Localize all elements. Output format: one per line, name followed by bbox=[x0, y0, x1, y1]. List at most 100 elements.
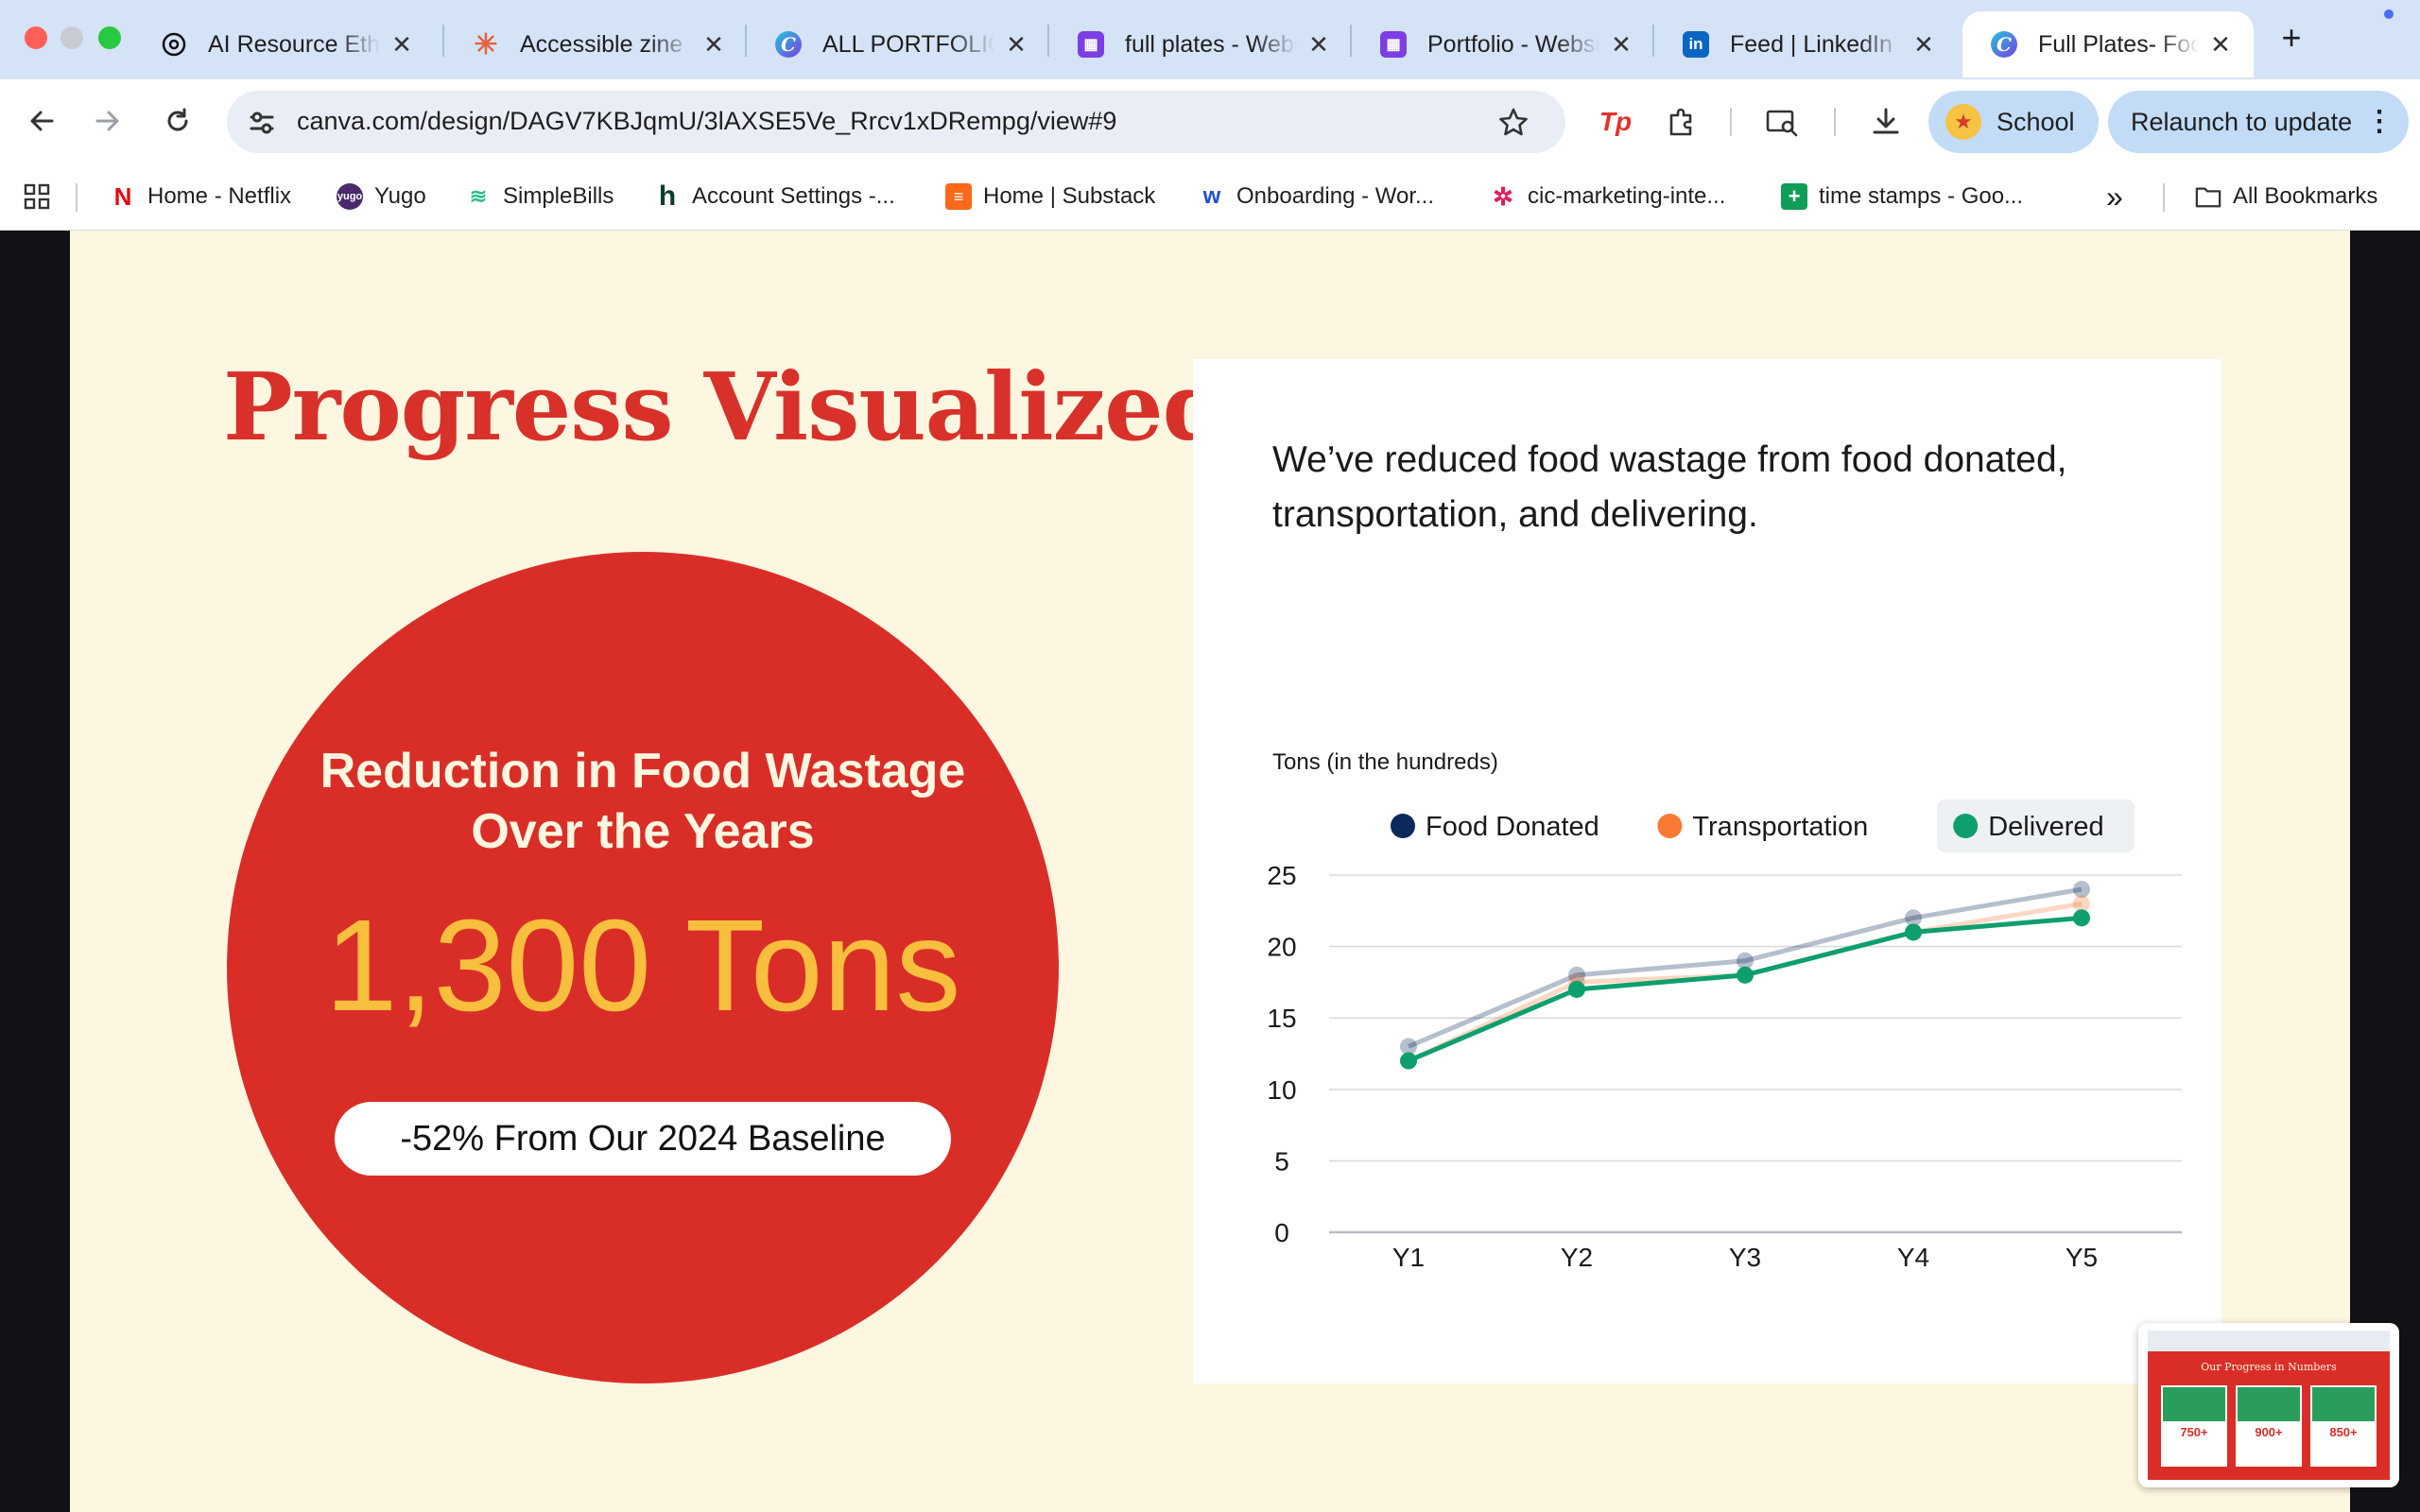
series-line-delivered bbox=[1408, 915, 2083, 1063]
linkedin-icon: in bbox=[1683, 31, 1709, 58]
data-point bbox=[1568, 980, 1585, 998]
tab-title: AI Resource Ethics bbox=[208, 30, 380, 58]
close-icon[interactable]: ✕ bbox=[1607, 30, 1635, 59]
thumbnail-illustration bbox=[2238, 1387, 2300, 1421]
thumbnail-stat-card: 850+ bbox=[2310, 1385, 2377, 1467]
bookmark-onboarding[interactable]: w Onboarding - Wor... bbox=[1199, 180, 1434, 214]
close-window-button[interactable] bbox=[25, 26, 47, 49]
forward-button[interactable] bbox=[87, 100, 129, 142]
minimize-window-button[interactable] bbox=[60, 26, 83, 49]
stat-heading-line2: Over the Years bbox=[471, 804, 815, 859]
y-tick-label: 10 bbox=[1267, 1075, 1296, 1105]
stat-heading-line1: Reduction in Food Wastage bbox=[320, 744, 966, 799]
toolbar-separator bbox=[1834, 108, 1836, 136]
y-tick-label: 5 bbox=[1274, 1146, 1289, 1176]
chart-description: We’ve reduced food wastage from food don… bbox=[1272, 439, 2067, 535]
bookmark-netflix[interactable]: N Home - Netflix bbox=[110, 180, 291, 214]
bookmark-star-icon[interactable] bbox=[1497, 106, 1530, 138]
thumbnail-stat-card: 900+ bbox=[2236, 1385, 2302, 1467]
calendar-app-icon: ▦ bbox=[1380, 31, 1407, 58]
close-icon[interactable]: ✕ bbox=[2206, 30, 2235, 59]
maximize-window-button[interactable] bbox=[98, 26, 121, 49]
arrow-right-icon bbox=[95, 111, 119, 131]
legend-swatch bbox=[1391, 814, 1415, 838]
legend-swatch bbox=[1953, 814, 1979, 838]
reload-icon bbox=[167, 108, 188, 131]
x-tick-label: Y3 bbox=[1729, 1243, 1761, 1272]
download-icon[interactable] bbox=[1864, 100, 1908, 144]
yugo-icon: yugo bbox=[337, 183, 363, 210]
tab-portfolio-website[interactable]: ▦ Portfolio - Website ✕ bbox=[1352, 11, 1654, 77]
bookmark-yugo[interactable]: yugo Yugo bbox=[337, 180, 426, 214]
all-bookmarks-button[interactable]: All Bookmarks bbox=[2195, 180, 2377, 214]
relaunch-button[interactable]: Relaunch to update ⋮ bbox=[2108, 91, 2409, 153]
tab-full-plates-website[interactable]: ▦ full plates - Website ✕ bbox=[1049, 11, 1352, 77]
bookmark-cic-marketing[interactable]: ✲ cic-marketing-inte... bbox=[1490, 180, 1725, 214]
x-tick-label: Y2 bbox=[1561, 1243, 1593, 1272]
bookmark-time-stamps[interactable]: + time stamps - Goo... bbox=[1781, 180, 2023, 214]
more-vert-icon[interactable]: ⋮ bbox=[2365, 104, 2394, 140]
simplebills-icon: ≋ bbox=[469, 184, 488, 208]
back-button[interactable] bbox=[21, 100, 62, 142]
tab-accessible-zine[interactable]: ✳ Accessible zine ✕ bbox=[444, 11, 747, 77]
thumbnail-stat: 850+ bbox=[2329, 1425, 2358, 1439]
bookmark-label: time stamps - Goo... bbox=[1819, 183, 2024, 209]
thumbnail-slide: Our Progress in Numbers 750+ 900+ 850+ bbox=[2148, 1351, 2390, 1480]
thumbnail-stat-card: 750+ bbox=[2161, 1385, 2227, 1467]
relaunch-label: Relaunch to update bbox=[2131, 107, 2353, 136]
netflix-icon: N bbox=[113, 181, 132, 211]
tab-all-portfolio[interactable]: C ALL PORTFOLIO ✕ bbox=[747, 11, 1049, 77]
data-point bbox=[1400, 1052, 1417, 1070]
x-tick-label: Y4 bbox=[1897, 1243, 1929, 1272]
close-icon[interactable]: ✕ bbox=[1910, 30, 1938, 59]
tab-search-icon[interactable] bbox=[1760, 100, 1804, 144]
tab-linkedin[interactable]: in Feed | LinkedIn ✕ bbox=[1654, 11, 1957, 77]
thumbnail-title: Our Progress in Numbers bbox=[2201, 1361, 2337, 1373]
folder-icon bbox=[2195, 183, 2221, 210]
slack-icon: ✲ bbox=[1493, 181, 1513, 211]
legend-item: Delivered bbox=[1988, 812, 2104, 842]
bookmark-substack[interactable]: ≡ Home | Substack bbox=[945, 180, 1155, 214]
close-icon[interactable]: ✕ bbox=[1002, 30, 1030, 59]
extensions-puzzle-icon[interactable] bbox=[1660, 100, 1703, 144]
all-bookmarks-label: All Bookmarks bbox=[2233, 183, 2378, 209]
bookmark-label: Home - Netflix bbox=[147, 183, 292, 209]
chart-card: We’ve reduced food wastage from food don… bbox=[1193, 359, 2221, 1383]
slide-preview-thumbnail[interactable]: Our Progress in Numbers 750+ 900+ 850+ bbox=[2138, 1323, 2399, 1487]
bookmark-label: Yugo bbox=[374, 183, 426, 209]
tab-full-plates-food[interactable]: C Full Plates- Food ✕ bbox=[1962, 11, 2254, 77]
y-tick-label: 25 bbox=[1267, 861, 1296, 890]
notification-dot bbox=[2384, 9, 2394, 19]
site-settings-icon[interactable] bbox=[246, 107, 278, 139]
y-tick-label: 0 bbox=[1274, 1218, 1289, 1247]
bookmark-account-settings[interactable]: h Account Settings -... bbox=[654, 180, 895, 214]
y-axis-label: Tons (in the hundreds) bbox=[1272, 749, 1498, 775]
thumbnail-illustration bbox=[2312, 1387, 2375, 1421]
y-tick-label: 15 bbox=[1267, 1004, 1296, 1033]
close-icon[interactable]: ✕ bbox=[388, 30, 416, 59]
google-sheets-icon: + bbox=[1781, 183, 1807, 210]
tab-ai-resource[interactable]: AI Resource Ethics ✕ bbox=[132, 11, 435, 77]
reload-button[interactable] bbox=[157, 100, 199, 142]
tab-title: Accessible zine bbox=[520, 30, 683, 58]
claude-icon: ✳ bbox=[474, 28, 498, 60]
close-icon[interactable]: ✕ bbox=[700, 30, 728, 59]
apps-grid-icon[interactable] bbox=[23, 180, 51, 214]
legend-item: Transportation bbox=[1692, 812, 1868, 842]
slide-title: Progress Visualized bbox=[223, 353, 1227, 462]
thumbnail-illustration bbox=[2163, 1387, 2225, 1421]
bookmark-simplebills[interactable]: ≋ SimpleBills bbox=[465, 180, 614, 214]
extension-tp-icon[interactable]: Tp bbox=[1594, 100, 1637, 144]
legend-swatch bbox=[1657, 814, 1683, 838]
stat-heading: Reduction in Food Wastage Over the Years bbox=[227, 741, 1059, 862]
data-point bbox=[1737, 966, 1754, 984]
bookmarks-overflow-button[interactable]: » bbox=[2106, 180, 2123, 214]
w-brand-icon: w bbox=[1202, 183, 1221, 209]
bookmark-label: Onboarding - Wor... bbox=[1236, 183, 1434, 209]
address-bar[interactable]: canva.com/design/DAGV7KBJqmU/3lAXSE5Ve_R… bbox=[227, 91, 1565, 153]
profile-button[interactable]: ★ School bbox=[1928, 91, 2099, 153]
tab-strip: AI Resource Ethics ✕ ✳ Accessible zine ✕… bbox=[0, 0, 2420, 79]
close-icon[interactable]: ✕ bbox=[1305, 30, 1333, 59]
new-tab-button[interactable]: + bbox=[2273, 17, 2310, 59]
stat-circle: Reduction in Food Wastage Over the Years… bbox=[227, 552, 1059, 1383]
